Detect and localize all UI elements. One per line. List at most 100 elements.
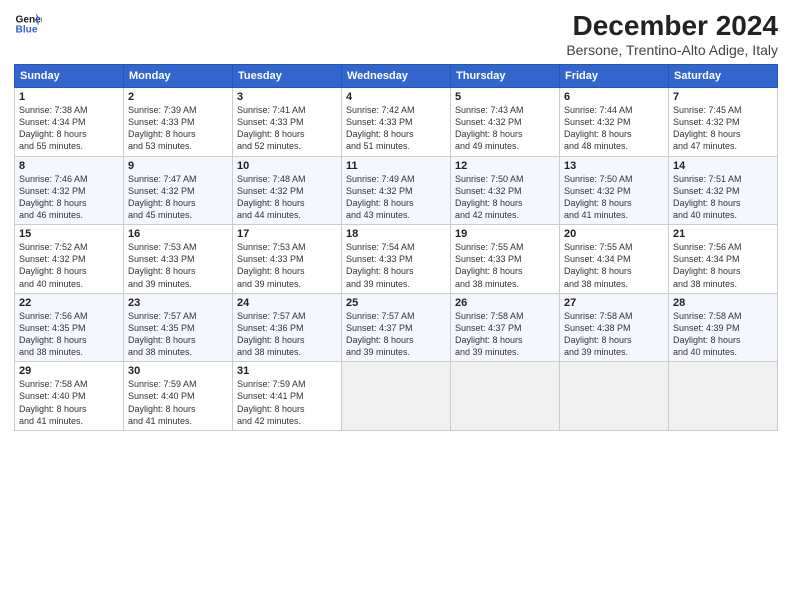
calendar-cell: 14Sunrise: 7:51 AMSunset: 4:32 PMDayligh… <box>669 156 778 225</box>
calendar-cell: 23Sunrise: 7:57 AMSunset: 4:35 PMDayligh… <box>124 293 233 362</box>
calendar-cell: 8Sunrise: 7:46 AMSunset: 4:32 PMDaylight… <box>15 156 124 225</box>
calendar-cell: 18Sunrise: 7:54 AMSunset: 4:33 PMDayligh… <box>342 225 451 294</box>
calendar-cell: 20Sunrise: 7:55 AMSunset: 4:34 PMDayligh… <box>560 225 669 294</box>
calendar-cell: 21Sunrise: 7:56 AMSunset: 4:34 PMDayligh… <box>669 225 778 294</box>
calendar-cell: 25Sunrise: 7:57 AMSunset: 4:37 PMDayligh… <box>342 293 451 362</box>
calendar-cell: 17Sunrise: 7:53 AMSunset: 4:33 PMDayligh… <box>233 225 342 294</box>
day-number: 13 <box>564 160 664 172</box>
col-friday: Friday <box>560 65 669 88</box>
day-number: 8 <box>19 160 119 172</box>
calendar-cell: 19Sunrise: 7:55 AMSunset: 4:33 PMDayligh… <box>451 225 560 294</box>
day-number: 3 <box>237 91 337 103</box>
calendar-page: General Blue December 2024 Bersone, Tren… <box>0 0 792 612</box>
day-info: Sunrise: 7:41 AMSunset: 4:33 PMDaylight:… <box>237 104 337 153</box>
day-number: 18 <box>346 228 446 240</box>
day-info: Sunrise: 7:59 AMSunset: 4:41 PMDaylight:… <box>237 378 337 427</box>
page-subtitle: Bersone, Trentino-Alto Adige, Italy <box>566 42 778 58</box>
calendar-cell: 1Sunrise: 7:38 AMSunset: 4:34 PMDaylight… <box>15 88 124 157</box>
day-number: 17 <box>237 228 337 240</box>
day-number: 10 <box>237 160 337 172</box>
logo: General Blue <box>14 10 42 38</box>
svg-text:Blue: Blue <box>16 25 38 36</box>
col-wednesday: Wednesday <box>342 65 451 88</box>
day-number: 24 <box>237 297 337 309</box>
day-info: Sunrise: 7:54 AMSunset: 4:33 PMDaylight:… <box>346 241 446 290</box>
calendar-cell: 30Sunrise: 7:59 AMSunset: 4:40 PMDayligh… <box>124 362 233 431</box>
day-number: 9 <box>128 160 228 172</box>
day-number: 5 <box>455 91 555 103</box>
calendar-cell: 15Sunrise: 7:52 AMSunset: 4:32 PMDayligh… <box>15 225 124 294</box>
day-number: 29 <box>19 365 119 377</box>
day-number: 4 <box>346 91 446 103</box>
day-info: Sunrise: 7:58 AMSunset: 4:39 PMDaylight:… <box>673 310 773 359</box>
day-number: 26 <box>455 297 555 309</box>
day-info: Sunrise: 7:52 AMSunset: 4:32 PMDaylight:… <box>19 241 119 290</box>
calendar-cell: 26Sunrise: 7:58 AMSunset: 4:37 PMDayligh… <box>451 293 560 362</box>
calendar-cell: 27Sunrise: 7:58 AMSunset: 4:38 PMDayligh… <box>560 293 669 362</box>
day-number: 25 <box>346 297 446 309</box>
calendar-week-row: 1Sunrise: 7:38 AMSunset: 4:34 PMDaylight… <box>15 88 778 157</box>
calendar-cell <box>342 362 451 431</box>
day-info: Sunrise: 7:57 AMSunset: 4:36 PMDaylight:… <box>237 310 337 359</box>
calendar-cell: 4Sunrise: 7:42 AMSunset: 4:33 PMDaylight… <box>342 88 451 157</box>
day-info: Sunrise: 7:43 AMSunset: 4:32 PMDaylight:… <box>455 104 555 153</box>
calendar-cell: 9Sunrise: 7:47 AMSunset: 4:32 PMDaylight… <box>124 156 233 225</box>
col-thursday: Thursday <box>451 65 560 88</box>
title-block: December 2024 Bersone, Trentino-Alto Adi… <box>566 10 778 58</box>
page-header: General Blue December 2024 Bersone, Tren… <box>14 10 778 58</box>
day-info: Sunrise: 7:55 AMSunset: 4:34 PMDaylight:… <box>564 241 664 290</box>
day-number: 21 <box>673 228 773 240</box>
day-number: 2 <box>128 91 228 103</box>
day-number: 23 <box>128 297 228 309</box>
day-info: Sunrise: 7:57 AMSunset: 4:35 PMDaylight:… <box>128 310 228 359</box>
day-info: Sunrise: 7:57 AMSunset: 4:37 PMDaylight:… <box>346 310 446 359</box>
calendar-cell: 12Sunrise: 7:50 AMSunset: 4:32 PMDayligh… <box>451 156 560 225</box>
day-number: 30 <box>128 365 228 377</box>
calendar-cell: 6Sunrise: 7:44 AMSunset: 4:32 PMDaylight… <box>560 88 669 157</box>
day-info: Sunrise: 7:50 AMSunset: 4:32 PMDaylight:… <box>455 173 555 222</box>
calendar-cell <box>451 362 560 431</box>
calendar-cell: 31Sunrise: 7:59 AMSunset: 4:41 PMDayligh… <box>233 362 342 431</box>
day-info: Sunrise: 7:51 AMSunset: 4:32 PMDaylight:… <box>673 173 773 222</box>
calendar-cell: 16Sunrise: 7:53 AMSunset: 4:33 PMDayligh… <box>124 225 233 294</box>
day-info: Sunrise: 7:42 AMSunset: 4:33 PMDaylight:… <box>346 104 446 153</box>
day-number: 16 <box>128 228 228 240</box>
day-info: Sunrise: 7:53 AMSunset: 4:33 PMDaylight:… <box>237 241 337 290</box>
calendar-week-row: 15Sunrise: 7:52 AMSunset: 4:32 PMDayligh… <box>15 225 778 294</box>
col-sunday: Sunday <box>15 65 124 88</box>
day-info: Sunrise: 7:46 AMSunset: 4:32 PMDaylight:… <box>19 173 119 222</box>
day-number: 28 <box>673 297 773 309</box>
day-info: Sunrise: 7:58 AMSunset: 4:40 PMDaylight:… <box>19 378 119 427</box>
calendar-cell <box>560 362 669 431</box>
day-info: Sunrise: 7:47 AMSunset: 4:32 PMDaylight:… <box>128 173 228 222</box>
calendar-cell: 3Sunrise: 7:41 AMSunset: 4:33 PMDaylight… <box>233 88 342 157</box>
day-info: Sunrise: 7:59 AMSunset: 4:40 PMDaylight:… <box>128 378 228 427</box>
day-info: Sunrise: 7:38 AMSunset: 4:34 PMDaylight:… <box>19 104 119 153</box>
day-number: 19 <box>455 228 555 240</box>
calendar-week-row: 29Sunrise: 7:58 AMSunset: 4:40 PMDayligh… <box>15 362 778 431</box>
day-info: Sunrise: 7:58 AMSunset: 4:37 PMDaylight:… <box>455 310 555 359</box>
day-info: Sunrise: 7:55 AMSunset: 4:33 PMDaylight:… <box>455 241 555 290</box>
day-info: Sunrise: 7:58 AMSunset: 4:38 PMDaylight:… <box>564 310 664 359</box>
col-saturday: Saturday <box>669 65 778 88</box>
calendar-cell <box>669 362 778 431</box>
day-number: 6 <box>564 91 664 103</box>
calendar-week-row: 8Sunrise: 7:46 AMSunset: 4:32 PMDaylight… <box>15 156 778 225</box>
col-monday: Monday <box>124 65 233 88</box>
day-info: Sunrise: 7:44 AMSunset: 4:32 PMDaylight:… <box>564 104 664 153</box>
day-number: 14 <box>673 160 773 172</box>
day-number: 20 <box>564 228 664 240</box>
day-number: 1 <box>19 91 119 103</box>
day-number: 31 <box>237 365 337 377</box>
calendar-week-row: 22Sunrise: 7:56 AMSunset: 4:35 PMDayligh… <box>15 293 778 362</box>
day-info: Sunrise: 7:50 AMSunset: 4:32 PMDaylight:… <box>564 173 664 222</box>
calendar-cell: 29Sunrise: 7:58 AMSunset: 4:40 PMDayligh… <box>15 362 124 431</box>
calendar-cell: 24Sunrise: 7:57 AMSunset: 4:36 PMDayligh… <box>233 293 342 362</box>
calendar-cell: 10Sunrise: 7:48 AMSunset: 4:32 PMDayligh… <box>233 156 342 225</box>
day-info: Sunrise: 7:53 AMSunset: 4:33 PMDaylight:… <box>128 241 228 290</box>
calendar-table: Sunday Monday Tuesday Wednesday Thursday… <box>14 64 778 431</box>
day-number: 7 <box>673 91 773 103</box>
day-number: 11 <box>346 160 446 172</box>
day-number: 27 <box>564 297 664 309</box>
day-info: Sunrise: 7:48 AMSunset: 4:32 PMDaylight:… <box>237 173 337 222</box>
